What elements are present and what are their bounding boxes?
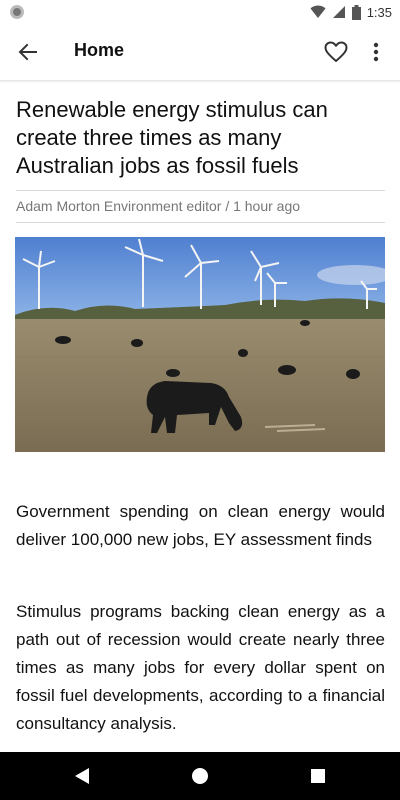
status-indicators: 1:35 bbox=[310, 3, 392, 21]
article-paragraph-2: Stimulus programs backing clean energy a… bbox=[16, 602, 385, 733]
battery-icon bbox=[351, 4, 361, 20]
triangle-back-icon bbox=[75, 768, 89, 784]
wifi-icon bbox=[310, 5, 326, 18]
nav-back-button[interactable] bbox=[70, 764, 94, 788]
heart-outline-icon bbox=[324, 41, 348, 62]
article-content[interactable]: Renewable energy stimulus can create thr… bbox=[0, 80, 400, 752]
back-button[interactable] bbox=[12, 36, 44, 68]
more-options-button[interactable] bbox=[360, 36, 392, 68]
article-hero-image bbox=[15, 237, 385, 452]
more-vert-icon bbox=[373, 42, 379, 62]
square-recents-icon bbox=[311, 769, 325, 783]
byline-top-divider bbox=[16, 190, 385, 191]
page-title: Home bbox=[74, 40, 125, 60]
byline-bottom-divider bbox=[16, 222, 385, 223]
nav-recents-button[interactable] bbox=[306, 764, 330, 788]
notification-icon bbox=[10, 5, 24, 19]
nav-home-button[interactable] bbox=[188, 764, 212, 788]
article-headline: Renewable energy stimulus can create thr… bbox=[16, 97, 328, 178]
favorite-button[interactable] bbox=[320, 36, 352, 68]
circle-home-icon bbox=[192, 768, 208, 784]
status-time: 1:35 bbox=[366, 4, 392, 20]
article-byline: Adam Morton Environment editor / 1 hour … bbox=[16, 198, 301, 214]
status-bar: 1:35 bbox=[0, 0, 400, 24]
system-nav-bar bbox=[0, 752, 400, 800]
article-paragraph-1: Government spending on clean energy woul… bbox=[16, 502, 385, 549]
app-bar: Home bbox=[0, 24, 400, 81]
cell-signal-icon bbox=[332, 6, 345, 18]
arrow-left-icon bbox=[18, 43, 37, 61]
